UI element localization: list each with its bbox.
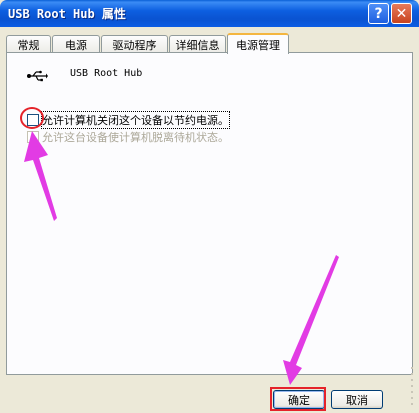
help-button[interactable]: ? — [368, 3, 389, 24]
allow-power-off-label[interactable]: 允许计算机关闭这个设备以节约电源。 — [41, 111, 230, 129]
tab-power-management[interactable]: 电源管理 — [227, 33, 289, 54]
usb-icon — [27, 70, 48, 82]
window-title: USB Root Hub 属性 — [8, 7, 126, 21]
allow-wake-label: 允许这台设备使计算机脱离待机状态。 — [42, 131, 229, 144]
cancel-button[interactable]: 取消 — [331, 390, 383, 409]
highlight-rectangle — [270, 387, 326, 411]
tab-power[interactable]: 电源 — [52, 35, 100, 53]
allow-power-off-option[interactable]: 允许计算机关闭这个设备以节约电源。 — [27, 111, 230, 129]
close-button[interactable]: ✕ — [391, 3, 412, 24]
device-name: USB Root Hub — [70, 68, 143, 79]
title-bar[interactable]: USB Root Hub 属性 ? ✕ — [0, 0, 419, 27]
properties-dialog: USB Root Hub 属性 ? ✕ 常规 电源 驱动程序 详细信息 电源管理… — [0, 0, 419, 413]
highlight-circle — [20, 107, 44, 129]
tab-general[interactable]: 常规 — [6, 35, 51, 53]
allow-wake-checkbox — [27, 131, 39, 143]
help-icon: ? — [374, 5, 383, 22]
allow-wake-option: 允许这台设备使计算机脱离待机状态。 — [27, 129, 229, 145]
resize-grip-icon — [411, 367, 413, 405]
close-icon: ✕ — [395, 5, 408, 22]
tab-panel — [6, 52, 413, 375]
tab-details[interactable]: 详细信息 — [169, 35, 226, 53]
tab-driver[interactable]: 驱动程序 — [101, 35, 168, 53]
